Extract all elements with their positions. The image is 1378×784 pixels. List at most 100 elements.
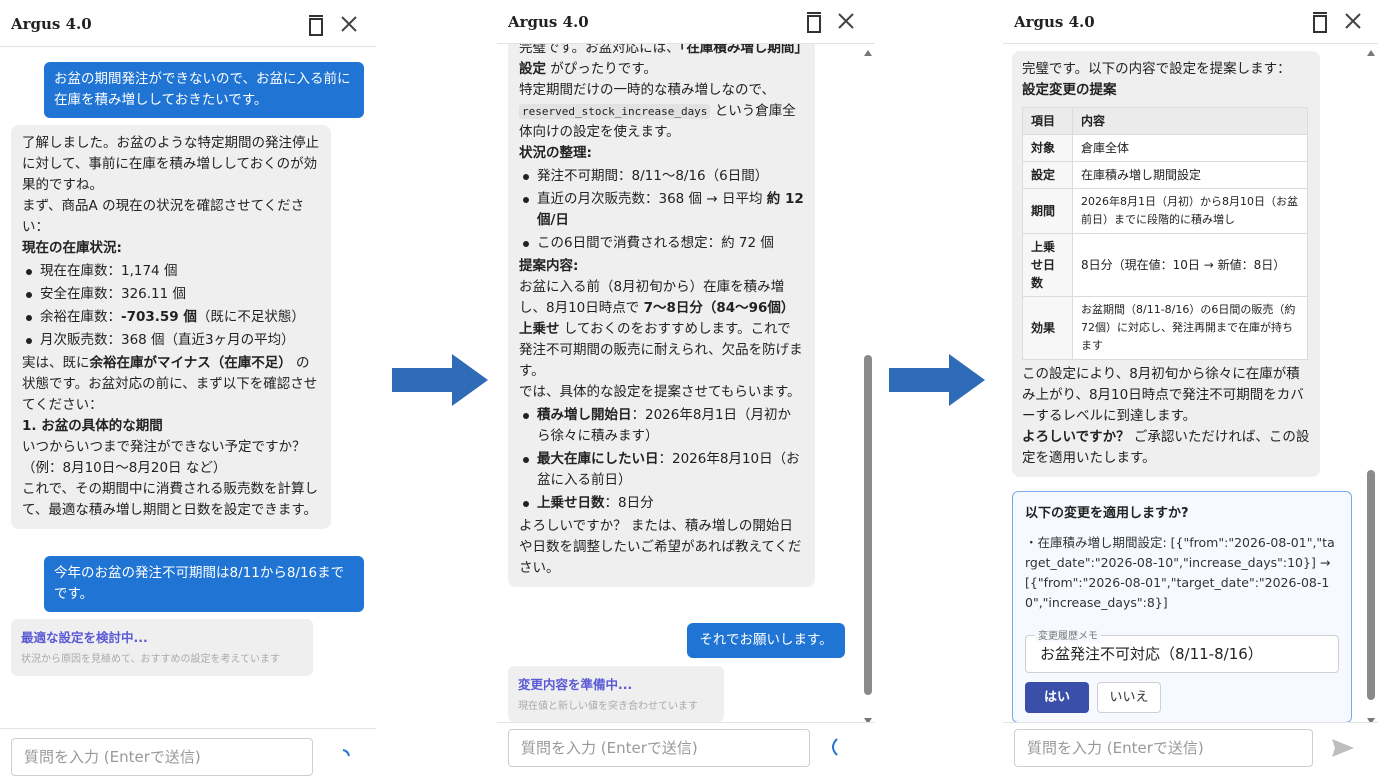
section-heading: 状況の整理: bbox=[519, 145, 592, 161]
user-message: 今年のお盆の発注不可期間は8/11から8/16までです。 bbox=[44, 556, 364, 612]
proposal-table: 項目 内容 対象 倉庫全体 設定 在庫積み増し期間設定 期間 2026年8月1日… bbox=[1022, 107, 1308, 360]
column-header: 内容 bbox=[1072, 107, 1308, 135]
status-title: 最適な設定を検討中... bbox=[21, 630, 148, 645]
table-row: 上乗せ日数 8日分（現在値：10日 → 新値：8日） bbox=[1022, 233, 1308, 297]
send-icon[interactable] bbox=[1331, 737, 1355, 759]
message-text: よろしいですか？ または、積み増しの開始日や日数を調整したいご希望があれば教えて… bbox=[519, 518, 802, 576]
change-summary: ・在庫積み増し期間設定: [{"from":"2026-08-01","targ… bbox=[1025, 535, 1335, 610]
table-row: 設定 在庫積み増し期間設定 bbox=[1022, 161, 1308, 189]
table-row: 対象 倉庫全体 bbox=[1022, 134, 1308, 162]
header: Argus 4.0 bbox=[1003, 0, 1378, 44]
section-heading: 現在の在庫状況: bbox=[22, 240, 122, 256]
scrollbar-thumb[interactable] bbox=[1367, 470, 1375, 700]
list-item: 最大在庫にしたい日：2026年8月10日（お盆に入る前日） bbox=[519, 449, 804, 491]
trash-icon[interactable] bbox=[1309, 10, 1331, 34]
message-text: 特定期間だけの一時的な積み増しなので、reserved_stock_increa… bbox=[519, 82, 796, 140]
table-value: 倉庫全体 bbox=[1072, 134, 1308, 162]
message-text: お盆に入る前（8月初旬から）在庫を積み増し、8月10日時点で 7〜8日分（84〜… bbox=[519, 279, 803, 379]
scrollbar[interactable] bbox=[1367, 50, 1375, 724]
arrow-right-icon bbox=[889, 354, 985, 406]
table-key: 上乗せ日数 bbox=[1022, 233, 1073, 297]
list-item: 安全在庫数：326.11 個 bbox=[22, 284, 320, 305]
chat-panel-1: Argus 4.0 お盆の期間発注ができないので、お盆に入る前に在庫を積み増しし… bbox=[0, 0, 376, 784]
arrow-right-icon bbox=[392, 354, 488, 406]
table-key: 対象 bbox=[1022, 134, 1073, 162]
question-input[interactable]: 質問を入力 (Enterで送信) bbox=[1014, 729, 1313, 767]
message-text: これで、その期間中に消費される販売数を計算して、最適な積み増し期間と日数を設定で… bbox=[22, 481, 319, 518]
list-item: 発注不可期間：8/11〜8/16（6日間） bbox=[519, 166, 804, 187]
status-title: 変更内容を準備中... bbox=[518, 677, 633, 692]
loading-spinner-icon bbox=[832, 738, 838, 756]
input-bar: 質問を入力 (Enterで送信) bbox=[497, 722, 875, 784]
scrollbar[interactable] bbox=[864, 50, 872, 724]
table-header-row: 項目 内容 bbox=[1022, 107, 1308, 135]
message-list: 完璧です。お盆対応には、「在庫積み増し期間」設定 がぴったりです。 特定期間だけ… bbox=[497, 44, 875, 728]
memo-label: 変更履歴メモ bbox=[1035, 627, 1101, 642]
list-item: この6日間で消費される想定：約 72 個 bbox=[519, 233, 804, 254]
message-text: この設定により、8月初旬から徐々に在庫が積み上がり、8月10日時点で発注不可期間… bbox=[1022, 366, 1304, 424]
close-icon[interactable] bbox=[835, 10, 857, 32]
close-icon[interactable] bbox=[1342, 10, 1364, 32]
input-bar: 質問を入力 (Enterで送信) bbox=[1003, 722, 1378, 784]
table-key: 設定 bbox=[1022, 161, 1073, 189]
message-list: お盆の期間発注ができないので、お盆に入る前に在庫を積み増ししておきたいです。 了… bbox=[0, 47, 376, 728]
message-text: 完璧です。以下の内容で設定を提案します： bbox=[1022, 61, 1291, 77]
question-input[interactable]: 質問を入力 (Enterで送信) bbox=[508, 729, 810, 767]
assistant-message: 了解しました。お盆のような特定期間の発注停止に対して、事前に在庫を積み増ししてお… bbox=[11, 125, 331, 529]
list-item: 現在在庫数：1,174 個 bbox=[22, 261, 320, 282]
table-value: 2026年8月1日（月初）から8月10日（お盆前日）までに段階的に積み増し bbox=[1072, 188, 1308, 234]
list-item: 積み増し開始日：2026年8月1日（月初から徐々に積みます） bbox=[519, 405, 804, 447]
scroll-up-icon[interactable] bbox=[1367, 50, 1375, 56]
table-value: お盆期間（8/11-8/16）の6日間の販売（約72個）に対応し、発注再開まで在… bbox=[1072, 296, 1308, 360]
chat-panel-3: Argus 4.0 完璧です。以下の内容で設定を提案します： 設定変更の提案 項… bbox=[1003, 0, 1378, 784]
section-heading: 1. お盆の具体的な期間 bbox=[22, 418, 163, 434]
confirm-title: 以下の変更を適用しますか? bbox=[1025, 506, 1189, 521]
scrollbar-thumb[interactable] bbox=[864, 355, 872, 695]
app-title: Argus 4.0 bbox=[11, 15, 92, 33]
table-value: 在庫積み増し期間設定 bbox=[1072, 161, 1308, 189]
proposal-list: 積み増し開始日：2026年8月1日（月初から徐々に積みます） 最大在庫にしたい日… bbox=[519, 405, 804, 514]
message-list: 完璧です。以下の内容で設定を提案します： 設定変更の提案 項目 内容 対象 倉庫… bbox=[1003, 44, 1378, 728]
confirm-dialog: 以下の変更を適用しますか? ・在庫積み増し期間設定: [{"from":"202… bbox=[1012, 491, 1352, 723]
message-text: いつからいつまで発注ができない予定ですか？（例：8月10日〜8月20日 など） bbox=[22, 439, 306, 476]
question-input[interactable]: 質問を入力 (Enterで送信) bbox=[11, 738, 313, 776]
table-key: 期間 bbox=[1022, 188, 1073, 234]
message-text: よろしいですか？ ご承認いただければ、この設定を適用いたします。 bbox=[1022, 429, 1310, 466]
section-heading: 提案内容: bbox=[519, 258, 579, 274]
message-text: 実は、既に余裕在庫がマイナス（在庫不足） の状態です。お盆対応の前に、まず以下を… bbox=[22, 355, 318, 413]
code-inline: reserved_stock_increase_days bbox=[519, 104, 711, 119]
header: Argus 4.0 bbox=[497, 0, 875, 44]
no-button[interactable]: いいえ bbox=[1097, 682, 1161, 713]
user-message: お盆の期間発注ができないので、お盆に入る前に在庫を積み増ししておきたいです。 bbox=[44, 62, 364, 118]
column-header: 項目 bbox=[1022, 107, 1073, 135]
trash-icon[interactable] bbox=[305, 13, 327, 37]
stock-list: 現在在庫数：1,174 個 安全在庫数：326.11 個 余裕在庫数：-703.… bbox=[22, 261, 320, 351]
list-item: 月次販売数：368 個（直近3ヶ月の平均） bbox=[22, 330, 320, 351]
app-title: Argus 4.0 bbox=[1014, 13, 1095, 31]
input-bar: 質問を入力 (Enterで送信) bbox=[0, 728, 376, 784]
chat-panel-2: Argus 4.0 完璧です。お盆対応には、「在庫積み増し期間」設定 がぴったり… bbox=[497, 0, 875, 784]
table-row: 効果 お盆期間（8/11-8/16）の6日間の販売（約72個）に対応し、発注再開… bbox=[1022, 296, 1308, 360]
list-item: 余裕在庫数：-703.59 個（既に不足状態） bbox=[22, 307, 320, 328]
close-icon[interactable] bbox=[338, 13, 360, 35]
status-subtitle: 現在値と新しい値を突き合わせています bbox=[518, 701, 698, 712]
message-text: では、具体的な設定を提案させてもらいます。 bbox=[519, 384, 801, 400]
assistant-message: 完璧です。お盆対応には、「在庫積み増し期間」設定 がぴったりです。 特定期間だけ… bbox=[508, 44, 815, 587]
message-text: 完璧です。お盆対応には、「在庫積み増し期間」設定 がぴったりです。 bbox=[519, 44, 802, 77]
list-item: 直近の月次販売数：368 個 → 日平均 約 12 個/日 bbox=[519, 189, 804, 231]
table-row: 期間 2026年8月1日（月初）から8月10日（お盆前日）までに段階的に積み増し bbox=[1022, 188, 1308, 234]
table-value: 8日分（現在値：10日 → 新値：8日） bbox=[1072, 233, 1308, 297]
message-text: まず、商品A の現在の状況を確認させてください： bbox=[22, 198, 305, 235]
thinking-status: 変更内容を準備中... 現在値と新しい値を突き合わせています bbox=[508, 666, 724, 722]
yes-button[interactable]: はい bbox=[1025, 682, 1089, 713]
loading-spinner-icon bbox=[342, 749, 350, 757]
table-key: 効果 bbox=[1022, 296, 1073, 360]
thinking-status: 最適な設定を検討中... 状況から原因を見極めて、おすすめの設定を考えています bbox=[11, 619, 313, 676]
situation-list: 発注不可期間：8/11〜8/16（6日間） 直近の月次販売数：368 個 → 日… bbox=[519, 166, 804, 254]
section-heading: 設定変更の提案 bbox=[1022, 82, 1117, 98]
scroll-up-icon[interactable] bbox=[864, 50, 872, 56]
trash-icon[interactable] bbox=[803, 10, 825, 34]
assistant-message: 完璧です。以下の内容で設定を提案します： 設定変更の提案 項目 内容 対象 倉庫… bbox=[1012, 51, 1320, 477]
list-item: 上乗せ日数：8日分 bbox=[519, 493, 804, 514]
message-text: 了解しました。お盆のような特定期間の発注停止に対して、事前に在庫を積み増ししてお… bbox=[22, 135, 319, 193]
